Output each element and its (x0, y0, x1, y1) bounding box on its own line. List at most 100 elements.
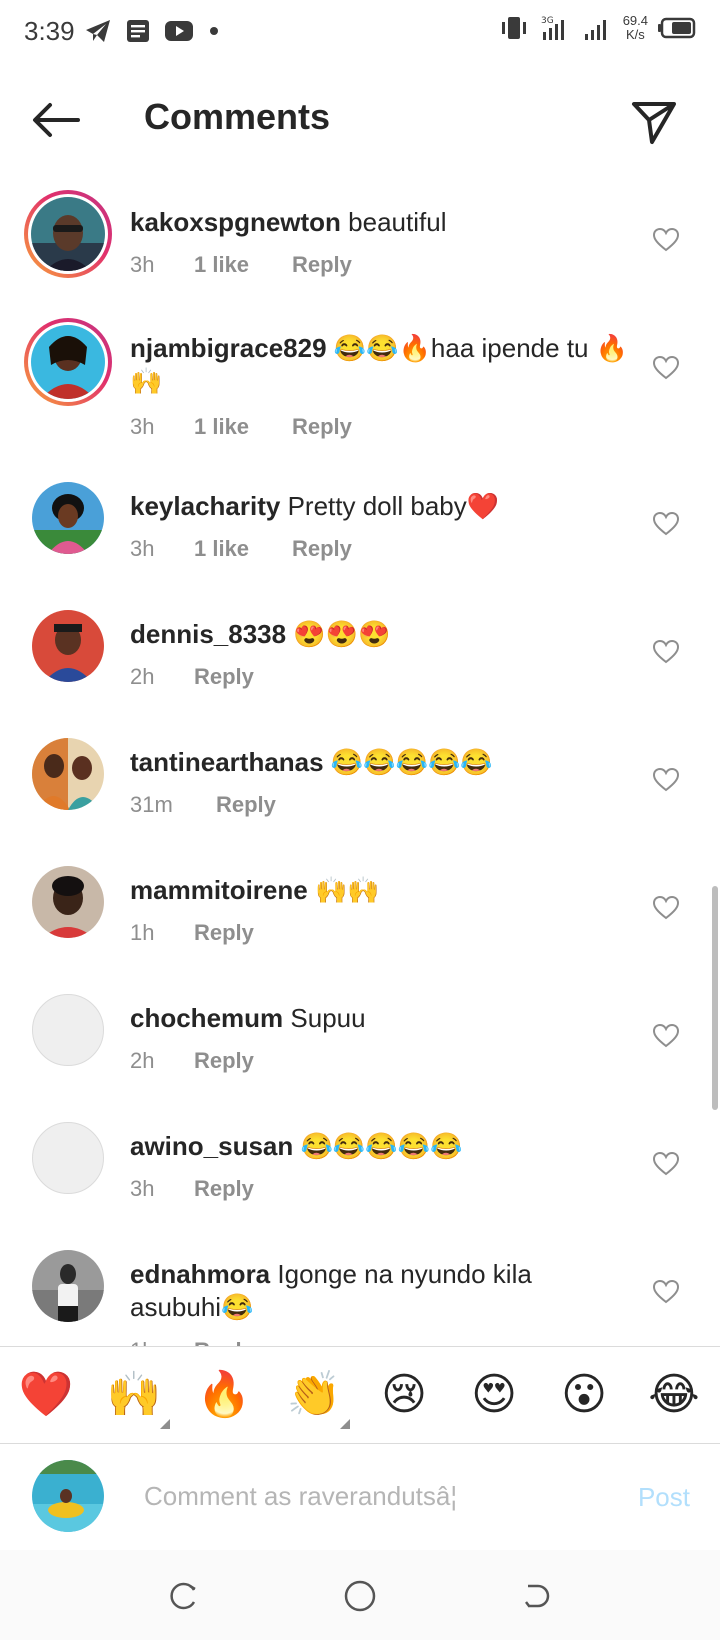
avatar (31, 325, 105, 399)
skin-tone-indicator-icon (160, 1419, 170, 1429)
reply-button[interactable]: Reply (292, 536, 352, 562)
back-arrow-icon (33, 103, 80, 137)
avatar-story-ring[interactable] (24, 318, 112, 406)
comment-username[interactable]: dennis_8338 (130, 619, 286, 649)
comment-input[interactable] (144, 1472, 584, 1520)
comment-meta: 3h 1 like Reply (130, 252, 352, 278)
comment-username[interactable]: kakoxspgnewton (130, 207, 341, 237)
comment-likes[interactable]: 1 like (194, 414, 292, 440)
like-heart-icon[interactable] (652, 638, 680, 666)
avatar-placeholder (32, 1122, 104, 1194)
reply-button[interactable]: Reply (216, 792, 276, 818)
reply-button[interactable]: Reply (292, 252, 352, 278)
recent-apps-icon (170, 1582, 196, 1610)
reply-button[interactable]: Reply (194, 664, 254, 690)
comments-list[interactable]: kakoxspgnewton beautiful 3h 1 like Reply… (0, 178, 720, 1348)
comment-username[interactable]: mammitoirene (130, 875, 308, 905)
comment-item: chochemum Supuu 2h Reply (0, 986, 720, 1106)
comment-content: Supuu (290, 1003, 366, 1033)
emoji-heart-eyes-button[interactable]: 😍 (464, 1365, 524, 1425)
comment-text: awino_susan 😂😂😂😂😂 (130, 1130, 630, 1163)
comment-time: 3h (130, 1176, 155, 1201)
comment-content: 😂😂😂😂😂 (330, 747, 493, 777)
emoji-clapping-button[interactable]: 👏 (284, 1365, 350, 1429)
emoji-raising-hands-button[interactable]: 🙌 (104, 1365, 170, 1429)
comment-time: 3h (130, 536, 155, 561)
emoji-fire-button[interactable]: 🔥 (194, 1365, 254, 1425)
comment-item: mammitoirene 🙌🙌 1h Reply (0, 858, 720, 978)
comment-username[interactable]: chochemum (130, 1003, 283, 1033)
avatar (32, 1250, 104, 1322)
emoji-heart-button[interactable]: ❤️ (16, 1365, 76, 1425)
avatar-container[interactable] (24, 474, 112, 562)
like-heart-icon[interactable] (652, 226, 680, 254)
like-heart-icon[interactable] (652, 1022, 680, 1050)
comment-username[interactable]: ednahmora (130, 1259, 270, 1289)
emoji-crying-button[interactable]: 😢 (374, 1365, 434, 1425)
status-system-icons: 3G 69.4 K/s (499, 14, 696, 42)
avatar-story-ring[interactable] (24, 190, 112, 278)
recent-apps-button[interactable] (164, 1576, 204, 1616)
comment-meta: 31m Reply (130, 792, 276, 818)
home-button[interactable] (340, 1576, 380, 1616)
vibrate-icon (501, 17, 526, 39)
comment-likes[interactable]: 1 like (194, 536, 292, 562)
comment-username[interactable]: keylacharity (130, 491, 280, 521)
comment-content: 😂😂😂😂😂 (300, 1131, 463, 1161)
comment-text: mammitoirene 🙌🙌 (130, 874, 630, 907)
avatar-container[interactable] (24, 1114, 112, 1202)
post-button[interactable]: Post (638, 1482, 690, 1513)
like-heart-icon[interactable] (652, 1150, 680, 1178)
avatar-container[interactable] (24, 1242, 112, 1330)
reply-button[interactable]: Reply (194, 1048, 254, 1074)
system-navigation-bar (0, 1550, 720, 1640)
comment-meta: 3h 1 like Reply (130, 414, 352, 440)
network-type-label: 3G (541, 16, 554, 26)
comment-likes[interactable]: 1 like (194, 252, 292, 278)
home-circle-icon (344, 1580, 376, 1612)
telegram-icon (86, 20, 110, 42)
emoji-laughing-button[interactable]: 😂 (644, 1365, 704, 1425)
avatar-container[interactable] (24, 730, 112, 818)
signal-3g-icon: 3G (541, 16, 564, 40)
share-button[interactable] (628, 96, 680, 148)
comment-username[interactable]: tantinearthanas (130, 747, 324, 777)
status-bar: 3:39 3G 69.4 K/s (0, 0, 720, 66)
comment-username[interactable]: awino_susan (130, 1131, 293, 1161)
avatar-container[interactable] (24, 986, 112, 1074)
emoji-surprised-button[interactable]: 😮 (554, 1365, 614, 1425)
emoji-raising-hands-glyph: 🙌 (106, 1369, 162, 1420)
comment-item: kakoxspgnewton beautiful 3h 1 like Reply (0, 190, 720, 310)
back-nav-icon (525, 1584, 550, 1608)
avatar (32, 482, 104, 554)
skin-tone-indicator-icon (340, 1419, 350, 1429)
like-heart-icon[interactable] (652, 894, 680, 922)
reply-button[interactable]: Reply (194, 920, 254, 946)
network-speed: 69.4 K/s (623, 14, 648, 42)
comment-item: tantinearthanas 😂😂😂😂😂 31m Reply (0, 730, 720, 850)
like-heart-icon[interactable] (652, 354, 680, 382)
like-heart-icon[interactable] (652, 1278, 680, 1306)
header: Comments (0, 76, 720, 166)
scrollbar-thumb[interactable] (712, 886, 718, 1110)
comment-time: 3h (130, 252, 155, 277)
back-nav-button[interactable] (516, 1576, 556, 1616)
avatar (32, 866, 104, 938)
comment-item: ednahmora Igonge na nyundo kila asubuhi😂… (0, 1242, 720, 1348)
back-button[interactable] (28, 98, 84, 142)
signal-strength-icon (584, 20, 606, 40)
avatar-container[interactable] (24, 602, 112, 690)
comment-text: ednahmora Igonge na nyundo kila asubuhi😂 (130, 1258, 630, 1324)
avatar-container[interactable] (24, 858, 112, 946)
comment-username[interactable]: njambigrace829 (130, 333, 327, 363)
reply-button[interactable]: Reply (194, 1176, 254, 1202)
network-speed-unit: K/s (625, 27, 645, 42)
like-heart-icon[interactable] (652, 766, 680, 794)
like-heart-icon[interactable] (652, 510, 680, 538)
avatar-placeholder (32, 994, 104, 1066)
comment-text: chochemum Supuu (130, 1002, 630, 1035)
comment-item: keylacharity Pretty doll baby❤️ 3h 1 lik… (0, 474, 720, 594)
comment-text: dennis_8338 😍😍😍 (130, 618, 630, 651)
reply-button[interactable]: Reply (292, 414, 352, 440)
comment-meta: 1h Reply (130, 920, 254, 946)
